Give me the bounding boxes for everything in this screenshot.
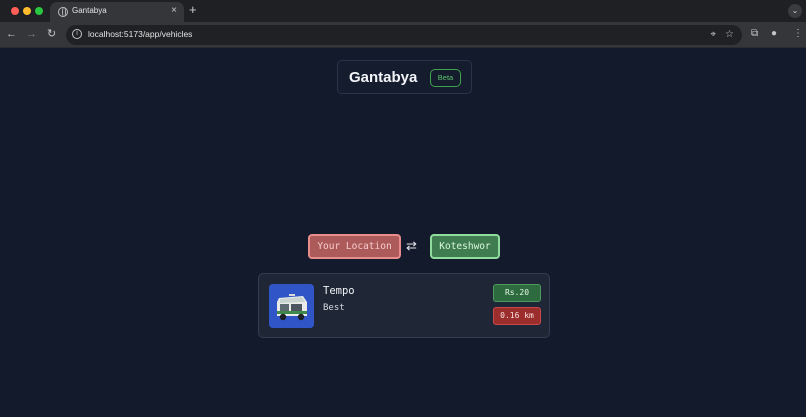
maximize-window-button[interactable] <box>35 7 43 15</box>
browser-tab[interactable]: Gantabya × <box>50 2 184 22</box>
vehicle-name: Tempo <box>323 285 355 297</box>
url-text[interactable]: localhost:5173/app/vehicles <box>88 29 192 39</box>
app-header: Gantabya Beta <box>337 60 472 94</box>
extensions-icon[interactable]: ⧉ <box>751 27 758 41</box>
address-bar[interactable]: i localhost:5173/app/vehicles ⌖ ☆ <box>66 25 742 45</box>
reload-button[interactable]: ↻ <box>47 27 56 41</box>
price-badge: Rs.20 <box>493 284 541 302</box>
forward-button[interactable]: → <box>26 27 37 41</box>
bookmark-star-icon[interactable]: ☆ <box>725 29 734 41</box>
brand-logo[interactable]: Gantabya <box>349 69 417 86</box>
close-window-button[interactable] <box>11 7 19 15</box>
browser-toolbar: ← → ↻ i localhost:5173/app/vehicles ⌖ ☆ … <box>0 22 806 48</box>
tab-title: Gantabya <box>72 6 107 15</box>
back-button[interactable]: ← <box>6 27 17 41</box>
browser-tab-strip: Gantabya × + ⌄ <box>0 0 806 22</box>
distance-badge: 0.16 km <box>493 307 541 325</box>
origin-button[interactable]: Your Location <box>308 234 401 259</box>
new-tab-button[interactable]: + <box>189 3 197 17</box>
swap-icon[interactable]: ⇄ <box>406 238 417 254</box>
location-icon[interactable]: ⌖ <box>710 29 716 41</box>
destination-button[interactable]: Koteshwor <box>430 234 500 259</box>
site-info-icon[interactable]: i <box>72 29 82 39</box>
vehicle-tag: Best <box>323 303 345 313</box>
tab-close-button[interactable]: × <box>171 5 177 17</box>
tab-search-button[interactable]: ⌄ <box>788 4 802 18</box>
tempo-icon <box>269 284 314 328</box>
beta-badge: Beta <box>430 69 461 87</box>
vehicle-card[interactable]: Tempo Best Rs.20 0.16 km <box>258 273 550 338</box>
profile-icon[interactable]: ● <box>771 27 777 41</box>
minimize-window-button[interactable] <box>23 7 31 15</box>
menu-icon[interactable]: ⋮ <box>793 27 803 41</box>
globe-icon <box>58 7 68 17</box>
